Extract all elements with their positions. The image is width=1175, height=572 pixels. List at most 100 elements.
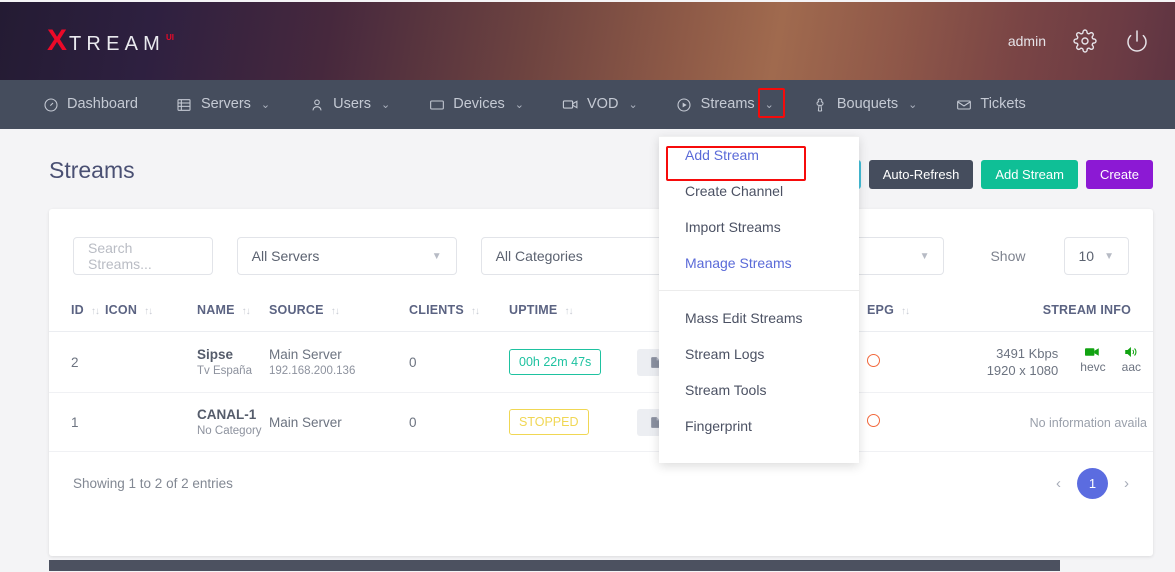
sort-icon[interactable]: ↑↓ — [901, 306, 910, 317]
show-select[interactable]: 10 ▼ — [1063, 237, 1129, 275]
cell-uptime: 00h 22m 47s — [509, 331, 637, 393]
main-navigation: Dashboard Servers ⌄ Users ⌄ Devices ⌄ VO… — [0, 80, 1175, 129]
col-label: ICON — [105, 303, 138, 317]
logo-x: X — [47, 24, 68, 57]
create-button[interactable]: Create — [1085, 160, 1153, 189]
col-name[interactable]: NAME ↑↓ — [197, 293, 269, 332]
table-row[interactable]: 2 Sipse Tv España Main Server 192.168.20… — [49, 331, 1153, 393]
menu-item-stream-logs[interactable]: Stream Logs — [659, 336, 859, 372]
cell-id: 2 — [49, 331, 105, 393]
nav-item-devices[interactable]: Devices ⌄ — [428, 80, 524, 129]
sort-icon[interactable]: ↑↓ — [564, 306, 573, 317]
chevron-down-icon[interactable]: ⌄ — [765, 98, 774, 111]
nav-item-servers[interactable]: Servers ⌄ — [176, 80, 270, 129]
col-label: ID — [71, 303, 84, 317]
top-bar-right: admin — [1008, 28, 1150, 54]
show-label: Show — [990, 248, 1026, 264]
cell-icon — [105, 392, 197, 452]
showing-entries-label: Showing 1 to 2 of 2 entries — [73, 476, 233, 491]
menu-item-mass-edit-streams[interactable]: Mass Edit Streams — [659, 300, 859, 336]
nav-item-users[interactable]: Users ⌄ — [308, 80, 390, 129]
play-circle-icon — [676, 96, 693, 113]
prev-page-button[interactable]: ‹ — [1056, 475, 1061, 492]
cell-source: Main Server — [269, 392, 409, 452]
col-label: UPTIME — [509, 303, 558, 317]
stream-category: Tv España — [197, 365, 252, 377]
page-1-button[interactable]: 1 — [1077, 468, 1108, 499]
menu-item-fingerprint[interactable]: Fingerprint — [659, 408, 859, 444]
status-badge: 00h 22m 47s — [509, 349, 602, 375]
nav-item-bouquets[interactable]: Bouquets ⌄ — [812, 80, 917, 129]
menu-item-manage-streams[interactable]: Manage Streams — [659, 245, 859, 281]
nav-item-tickets[interactable]: Tickets — [955, 80, 1026, 129]
next-page-button[interactable]: › — [1124, 475, 1129, 492]
menu-item-import-streams[interactable]: Import Streams — [659, 209, 859, 245]
bitrate: 3491 Kbps — [996, 346, 1059, 361]
cell-clients: 0 — [409, 331, 509, 393]
top-bar: X TREAM UI admin — [0, 2, 1175, 80]
sort-icon[interactable]: ↑↓ — [471, 306, 480, 317]
nav-label: Dashboard — [67, 96, 138, 113]
status-badge: STOPPED — [509, 409, 589, 435]
chevron-down-icon[interactable]: ⌄ — [261, 98, 270, 111]
sort-icon[interactable]: ↑↓ — [91, 306, 100, 317]
cell-uptime: STOPPED — [509, 392, 637, 452]
categories-select-value: All Categories — [495, 248, 583, 264]
col-clients[interactable]: CLIENTS ↑↓ — [409, 293, 509, 332]
col-id[interactable]: ID ↑↓ — [49, 293, 105, 332]
horizontal-scrollbar[interactable] — [49, 560, 1060, 571]
device-icon — [428, 96, 445, 113]
app-logo[interactable]: X TREAM UI — [47, 26, 174, 56]
cell-id: 1 — [49, 392, 105, 452]
source-name: Main Server — [269, 347, 342, 362]
chevron-down-icon[interactable]: ⌄ — [908, 98, 917, 111]
cell-stream-info: 3491 Kbps 1920 x 1080 hevc aac — [943, 331, 1153, 393]
audio-codec: aac — [1121, 360, 1141, 374]
col-label: STREAM INFO — [1042, 303, 1131, 317]
col-uptime[interactable]: UPTIME ↑↓ — [509, 293, 637, 332]
audio-codec-block: aac — [1122, 346, 1141, 374]
sort-icon[interactable]: ↑↓ — [242, 306, 251, 317]
sort-icon[interactable]: ↑↓ — [331, 306, 340, 317]
table-row[interactable]: 1 CANAL-1 No Category Main Server 0 STOP… — [49, 392, 1153, 452]
servers-icon — [176, 96, 193, 113]
cell-name: Sipse Tv España — [197, 331, 269, 393]
logo-text: TREAM — [69, 33, 166, 55]
cell-name: CANAL-1 No Category — [197, 392, 269, 452]
user-icon — [308, 96, 325, 113]
circle-empty-icon — [867, 354, 880, 367]
cell-clients: 0 — [409, 392, 509, 452]
nav-label: Devices — [453, 96, 505, 113]
stream-category: No Category — [197, 425, 262, 437]
col-epg[interactable]: EPG ↑↓ — [867, 293, 943, 332]
chevron-down-icon[interactable]: ⌄ — [628, 98, 637, 111]
chevron-down-icon: ▼ — [431, 250, 442, 262]
menu-item-create-channel[interactable]: Create Channel — [659, 173, 859, 209]
username-label[interactable]: admin — [1008, 33, 1046, 49]
stream-name: CANAL-1 — [197, 407, 257, 422]
col-label: CLIENTS — [409, 303, 464, 317]
resolution: 1920 x 1080 — [986, 363, 1059, 378]
auto-refresh-button[interactable]: Auto-Refresh — [868, 160, 974, 189]
col-icon[interactable]: ICON ↑↓ — [105, 293, 197, 332]
add-stream-button[interactable]: Add Stream — [981, 160, 1078, 189]
cell-icon — [105, 331, 197, 393]
speaker-icon — [1122, 346, 1141, 360]
gear-icon[interactable] — [1072, 28, 1098, 54]
servers-select[interactable]: All Servers ▼ — [236, 237, 457, 275]
chevron-down-icon[interactable]: ⌄ — [381, 98, 390, 111]
sort-icon[interactable]: ↑↓ — [144, 306, 153, 317]
nav-item-streams[interactable]: Streams ⌄ — [676, 80, 774, 129]
nav-item-dashboard[interactable]: Dashboard — [42, 80, 138, 129]
chevron-down-icon[interactable]: ⌄ — [515, 98, 524, 111]
power-icon[interactable] — [1124, 28, 1150, 54]
nav-label: Servers — [200, 96, 251, 113]
menu-item-add-stream[interactable]: Add Stream — [659, 137, 859, 173]
video-icon — [1080, 346, 1105, 360]
nav-item-vod[interactable]: VOD ⌄ — [562, 80, 638, 129]
col-label: SOURCE — [269, 303, 324, 317]
search-input[interactable]: Search Streams... — [73, 237, 213, 275]
chevron-down-icon: ▼ — [919, 250, 930, 262]
col-source[interactable]: SOURCE ↑↓ — [269, 293, 409, 332]
menu-item-stream-tools[interactable]: Stream Tools — [659, 372, 859, 408]
